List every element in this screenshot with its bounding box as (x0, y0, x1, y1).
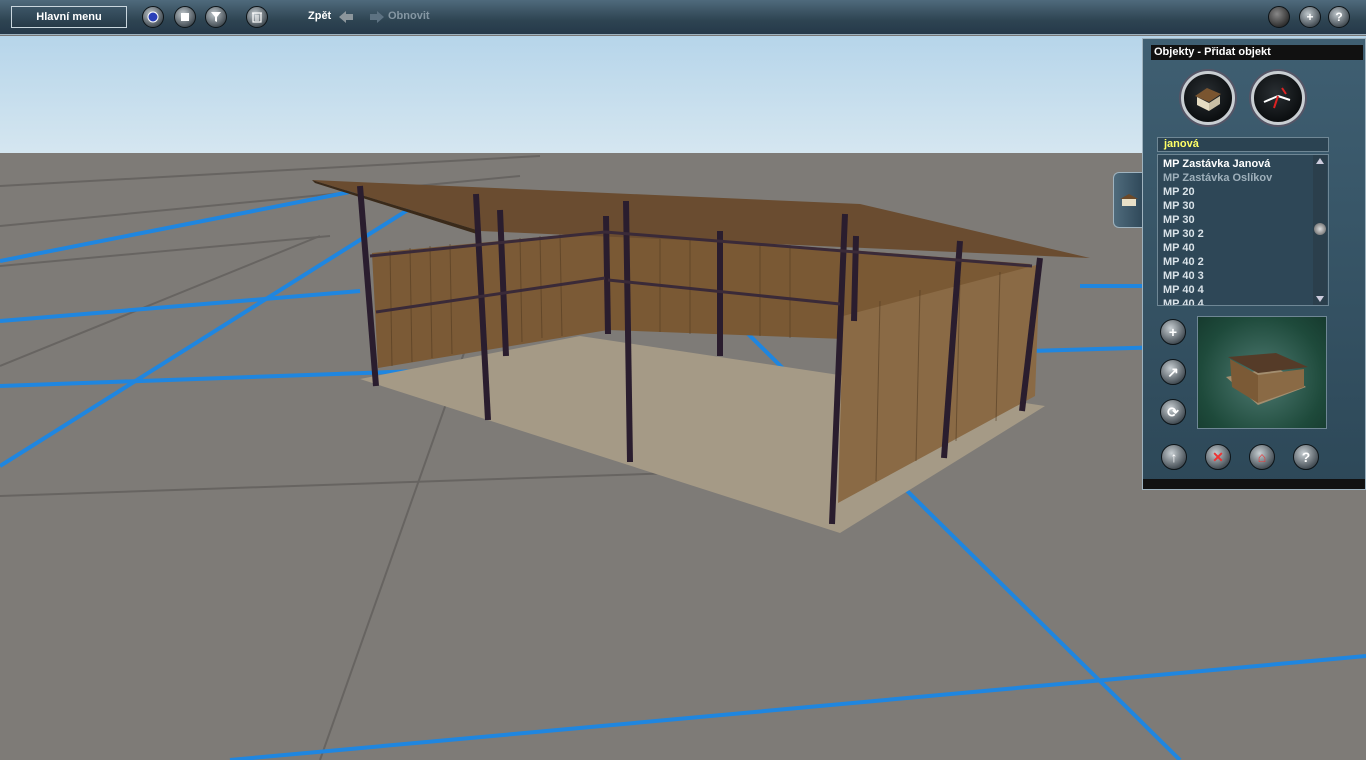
shed-preview-image (1226, 353, 1308, 405)
trash-button[interactable] (246, 6, 268, 28)
add-object-button[interactable]: + (1160, 319, 1186, 345)
list-item[interactable]: MP 30 (1163, 214, 1195, 226)
undo-arrow-icon[interactable] (338, 10, 354, 24)
panel-footer (1143, 479, 1365, 489)
redo-arrow-icon[interactable] (369, 10, 385, 24)
panel-help-icon: ? (1301, 449, 1311, 465)
main-menu-button[interactable]: Hlavní menu (11, 6, 127, 28)
list-item[interactable]: MP 40 4 (1163, 284, 1204, 296)
list-scrollbar[interactable] (1313, 155, 1327, 305)
object-properties-icon: ⌂ (1257, 449, 1267, 465)
get-object-icon: ↑ (1170, 449, 1178, 465)
scroll-down-icon[interactable] (1315, 295, 1325, 303)
rotate-object-button[interactable]: ⟳ (1160, 399, 1186, 425)
scroll-thumb[interactable] (1314, 223, 1326, 235)
trash-icon (247, 7, 267, 27)
rotate-object-icon: ⟳ (1167, 403, 1179, 420)
scroll-up-icon[interactable] (1315, 157, 1325, 165)
panel-help-button[interactable]: ? (1293, 444, 1319, 470)
help-button[interactable]: ? (1328, 6, 1350, 28)
add-icon: + (1306, 10, 1314, 24)
object-list: MP Zastávka Janová MP Zastávka Oslíkov MP … (1157, 154, 1329, 306)
filter-icon (206, 7, 226, 27)
search-filter-field[interactable]: janová (1157, 137, 1329, 152)
globe-button[interactable] (142, 6, 164, 28)
object-placement-tab[interactable] (1113, 172, 1143, 228)
panel-title: Objekty - Přidat objekt (1151, 45, 1363, 60)
list-item[interactable]: MP 40 3 (1163, 270, 1204, 282)
list-item[interactable]: MP 40 2 (1163, 256, 1204, 268)
top-toolbar: Hlavní menu Zpět Obnovit + ? (0, 0, 1366, 35)
help-icon: ? (1335, 10, 1343, 24)
delete-object-button[interactable]: ✕ (1205, 444, 1231, 470)
list-item[interactable]: MP 40 (1163, 242, 1195, 254)
get-object-button[interactable]: ↑ (1161, 444, 1187, 470)
house-icon (1120, 194, 1138, 206)
building-mode-button[interactable] (1181, 71, 1235, 125)
add-button[interactable]: + (1299, 6, 1321, 28)
list-item[interactable]: MP 30 (1163, 200, 1195, 212)
object-properties-button[interactable]: ⌂ (1249, 444, 1275, 470)
object-preview (1197, 316, 1327, 429)
list-item[interactable]: MP 30 2 (1163, 228, 1204, 240)
status-light-button[interactable] (1268, 6, 1290, 28)
objects-panel: Objekty - Přidat objekt janová MP Zastáv… (1142, 38, 1366, 490)
list-item[interactable]: MP 40 4 (1163, 298, 1204, 305)
move-object-button[interactable]: ↗ (1160, 359, 1186, 385)
stop-icon (175, 7, 195, 27)
filter-button[interactable] (205, 6, 227, 28)
gauge-icon (1263, 87, 1291, 109)
building-icon (1195, 88, 1221, 111)
speed-mode-button[interactable] (1251, 71, 1305, 125)
move-object-icon: ↗ (1167, 363, 1179, 380)
delete-object-icon: ✕ (1212, 448, 1224, 465)
list-item[interactable]: MP Zastávka Janová (1163, 158, 1270, 170)
list-item[interactable]: MP Zastávka Oslíkov (1163, 172, 1272, 184)
globe-icon (143, 7, 163, 27)
undo-label[interactable]: Zpět (308, 10, 331, 22)
redo-label[interactable]: Obnovit (388, 10, 430, 22)
stop-button[interactable] (174, 6, 196, 28)
add-object-icon: + (1168, 324, 1178, 340)
list-item[interactable]: MP 20 (1163, 186, 1195, 198)
status-light-icon (1269, 7, 1289, 27)
